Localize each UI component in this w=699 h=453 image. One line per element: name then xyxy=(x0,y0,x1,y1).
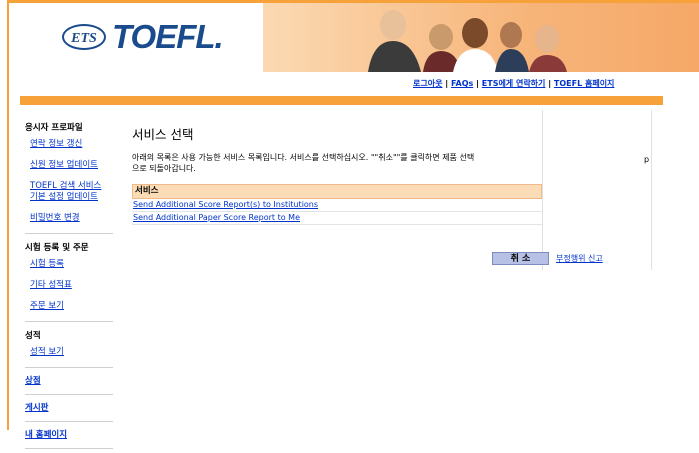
sidebar-item-view-orders[interactable]: 주문 보기 xyxy=(25,298,113,319)
sidebar-item-board[interactable]: 게시판 xyxy=(25,399,113,419)
sidebar-heading-profile: 응시자 프로파일 xyxy=(25,123,83,133)
sidebar-item-update-identity[interactable]: 신원 정보 업데이트 xyxy=(25,157,113,178)
sidebar-item-view-scores[interactable]: 성적 보기 xyxy=(25,344,113,365)
sidebar-divider xyxy=(25,394,113,395)
toefl-homepage-link[interactable]: TOEFL 홈페이지 xyxy=(554,79,615,88)
sidebar-item-my-homepage[interactable]: 내 홈페이지 xyxy=(25,426,113,446)
sidebar-heading-scores: 성적 xyxy=(25,331,41,341)
toefl-logo: ETS TOEFL. xyxy=(62,18,224,56)
sidebar-divider xyxy=(25,421,113,422)
content-divider-line xyxy=(542,110,543,270)
page-title: 서비스 선택 xyxy=(132,127,194,142)
faqs-link[interactable]: FAQs xyxy=(451,79,473,88)
service-send-paper-score-link[interactable]: Send Additional Paper Score Report to Me xyxy=(132,212,542,225)
description-line-1: 아래의 목록은 사용 가능한 서비스 목록입니다. 서비스를 선택하십시오. "… xyxy=(132,153,475,162)
logout-link[interactable]: 로그아웃 xyxy=(413,79,442,88)
left-frame-border xyxy=(0,0,9,430)
page-description: 아래의 목록은 사용 가능한 서비스 목록입니다. 서비스를 선택하십시오. "… xyxy=(132,152,542,174)
toefl-wordmark: TOEFL. xyxy=(112,18,224,55)
description-line-2: 으로 되돌아갑니다. xyxy=(132,164,196,173)
main-content: 서비스 선택 아래의 목록은 사용 가능한 서비스 목록입니다. 서비스를 선택… xyxy=(132,124,649,225)
header-banner-image xyxy=(263,3,699,72)
sidebar-heading-registration: 시험 등록 및 주문 xyxy=(25,243,89,253)
service-send-score-institutions-link[interactable]: Send Additional Score Report(s) to Insti… xyxy=(132,199,542,212)
description-overflow-text: p xyxy=(644,155,650,164)
top-navigation-links: 로그아웃 | FAQs | ETS에게 연락하기 | TOEFL 홈페이지 xyxy=(413,78,614,89)
link-separator: | xyxy=(442,79,451,88)
report-fraud-link[interactable]: 부정행위 신고 xyxy=(556,253,603,264)
orange-divider-bar xyxy=(20,96,663,105)
contact-ets-link[interactable]: ETS에게 연락하기 xyxy=(482,79,546,88)
sidebar-item-test-register[interactable]: 시험 등록 xyxy=(25,256,113,277)
link-separator: | xyxy=(473,79,482,88)
sidebar-item-update-contact[interactable]: 연락 정보 갱신 xyxy=(25,136,113,157)
ets-logo-icon: ETS xyxy=(62,24,106,50)
students-photo-icon xyxy=(368,10,567,72)
sidebar-divider xyxy=(25,448,113,449)
sidebar: 응시자 프로파일 연락 정보 갱신 신원 정보 업데이트 TOEFL 검색 서비… xyxy=(25,118,113,453)
link-separator: | xyxy=(545,79,554,88)
services-table-header: 서비스 xyxy=(132,184,542,199)
content-divider-line xyxy=(651,110,652,270)
sidebar-item-change-password[interactable]: 비밀번호 변경 xyxy=(25,210,113,231)
sidebar-divider xyxy=(25,321,113,322)
sidebar-item-search-settings[interactable]: TOEFL 검색 서비스 기본 설정 업데이트 xyxy=(25,178,113,210)
sidebar-divider xyxy=(25,233,113,234)
cancel-button[interactable]: 취 소 xyxy=(492,252,549,265)
sidebar-item-other-score-report[interactable]: 기타 성적표 xyxy=(25,277,113,298)
services-table: 서비스 Send Additional Score Report(s) to I… xyxy=(132,184,542,225)
sidebar-divider xyxy=(25,367,113,368)
sidebar-item-store[interactable]: 상점 xyxy=(25,372,113,392)
